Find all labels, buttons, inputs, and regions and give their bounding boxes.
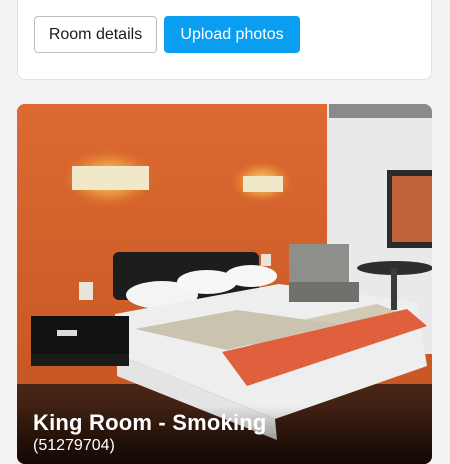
room-photo-card[interactable]: King Room - Smoking (51279704) [17, 104, 432, 464]
room-actions-card: have Room details Upload photos [17, 0, 432, 80]
room-details-button[interactable]: Room details [34, 16, 157, 53]
room-id: (51279704) [33, 437, 115, 454]
upload-photos-button[interactable]: Upload photos [164, 16, 300, 53]
room-title[interactable]: King Room - Smoking [33, 410, 267, 436]
